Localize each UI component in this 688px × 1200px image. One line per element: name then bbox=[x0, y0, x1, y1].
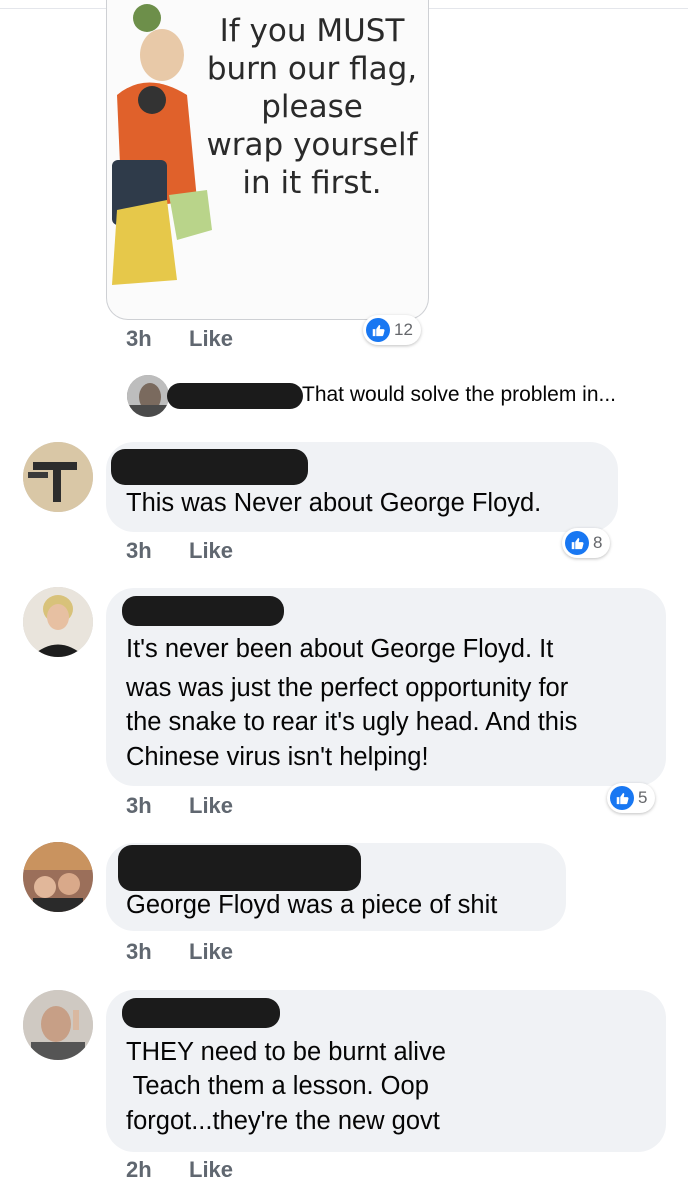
avatar[interactable] bbox=[23, 990, 93, 1060]
thumbs-up-icon bbox=[610, 786, 634, 810]
comment-line: was was just the perfect opportunity for bbox=[126, 674, 569, 702]
reaction-count[interactable]: 12 bbox=[363, 315, 421, 345]
meme-line: wrap yourself bbox=[206, 127, 418, 163]
comment-time: 3h bbox=[126, 793, 152, 818]
avatar[interactable] bbox=[23, 842, 93, 912]
meme-line: in it first. bbox=[242, 165, 382, 201]
like-button[interactable]: Like bbox=[189, 1157, 233, 1183]
like-button[interactable]: Like bbox=[189, 939, 233, 965]
thumbs-up-icon bbox=[565, 531, 589, 555]
comment-time: 2h bbox=[126, 1157, 152, 1182]
comment-line: forgot...they're the new govt bbox=[126, 1107, 440, 1135]
reaction-number: 12 bbox=[394, 320, 413, 339]
like-button[interactable]: Like bbox=[189, 538, 233, 564]
reply-preview[interactable]: That would solve the problem in... bbox=[302, 383, 616, 407]
comment-line: THEY need to be burnt alive bbox=[126, 1038, 446, 1066]
reaction-number: 5 bbox=[638, 788, 648, 807]
reaction-count[interactable]: 8 bbox=[562, 528, 611, 558]
avatar[interactable] bbox=[127, 375, 169, 417]
reaction-number: 8 bbox=[593, 533, 603, 552]
comment-image-card[interactable]: If you MUST burn our flag, please wrap y… bbox=[106, 0, 429, 320]
comment-time: 3h bbox=[126, 326, 152, 351]
meme-line: please bbox=[261, 89, 363, 125]
comment-line: the snake to rear it's ugly head. And th… bbox=[126, 708, 578, 736]
meme-line: If you MUST bbox=[219, 13, 405, 49]
redacted-name bbox=[167, 383, 303, 409]
thumbs-up-icon bbox=[366, 318, 390, 342]
meme-caption: If you MUST burn our flag, please wrap y… bbox=[197, 12, 427, 202]
comment-time: 3h bbox=[126, 939, 152, 964]
avatar[interactable] bbox=[23, 587, 93, 657]
redacted-name bbox=[122, 998, 280, 1028]
comment-line: Teach them a lesson. Oop bbox=[126, 1072, 429, 1100]
redacted-name bbox=[111, 449, 308, 485]
comment-text: This was Never about George Floyd. bbox=[126, 489, 542, 517]
comment-text: George Floyd was a piece of shit bbox=[126, 891, 498, 919]
redacted-name bbox=[118, 845, 361, 891]
meme-line: burn our flag, bbox=[206, 51, 418, 87]
like-button[interactable]: Like bbox=[189, 326, 233, 352]
comment-line: Chinese virus isn't helping! bbox=[126, 743, 429, 771]
reaction-count[interactable]: 5 bbox=[607, 783, 656, 813]
avatar[interactable] bbox=[23, 442, 93, 512]
like-button[interactable]: Like bbox=[189, 793, 233, 819]
redacted-name bbox=[122, 596, 284, 626]
comment-line: It's never been about George Floyd. It bbox=[126, 635, 554, 663]
comment-time: 3h bbox=[126, 538, 152, 563]
